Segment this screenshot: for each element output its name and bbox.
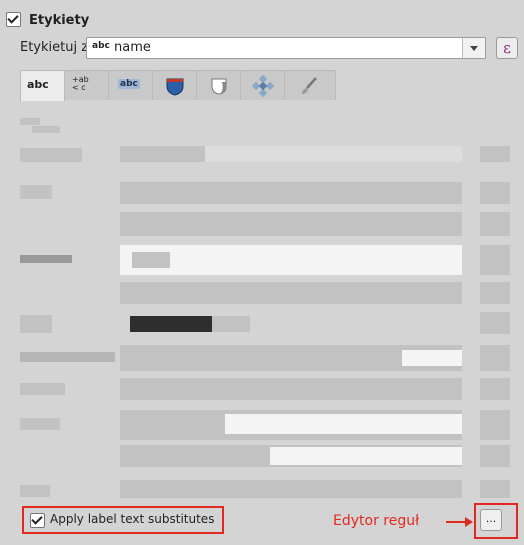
tab-placement[interactable] [240, 70, 285, 100]
labels-enabled-checkbox[interactable] [6, 12, 21, 27]
chevron-down-icon[interactable] [462, 38, 485, 58]
tab-rendering[interactable] [284, 70, 336, 100]
text-abc-icon: abc [27, 78, 49, 91]
arrow-right-icon [446, 517, 473, 527]
placement-icon [252, 75, 274, 97]
tab-formatting[interactable]: +ab < c [64, 70, 109, 100]
label-from-label: Etykietuj z [20, 40, 89, 55]
tab-text[interactable]: abc [20, 70, 65, 101]
formatting-icon: +ab < c [72, 75, 89, 92]
rule-editor-button[interactable]: ... [480, 509, 502, 531]
text-settings-panel [20, 100, 516, 500]
expression-button[interactable]: ε [496, 37, 518, 59]
shield-icon [166, 78, 184, 96]
tab-shadow[interactable] [196, 70, 241, 100]
substitutes-checkbox[interactable] [30, 513, 45, 528]
label-field-value: name [114, 40, 151, 55]
tab-background[interactable] [152, 70, 197, 100]
tab-buffer[interactable]: abc [108, 70, 153, 100]
shadow-icon [211, 78, 227, 95]
label-field-combo[interactable]: abc name [86, 37, 486, 59]
rule-editor-annotation: Edytor reguł [333, 513, 420, 529]
section-title: Etykiety [29, 13, 90, 28]
field-type-badge: abc [92, 41, 110, 51]
buffer-icon: abc [118, 79, 140, 89]
brush-icon [302, 77, 317, 94]
substitutes-label: Apply label text substitutes [50, 512, 215, 526]
